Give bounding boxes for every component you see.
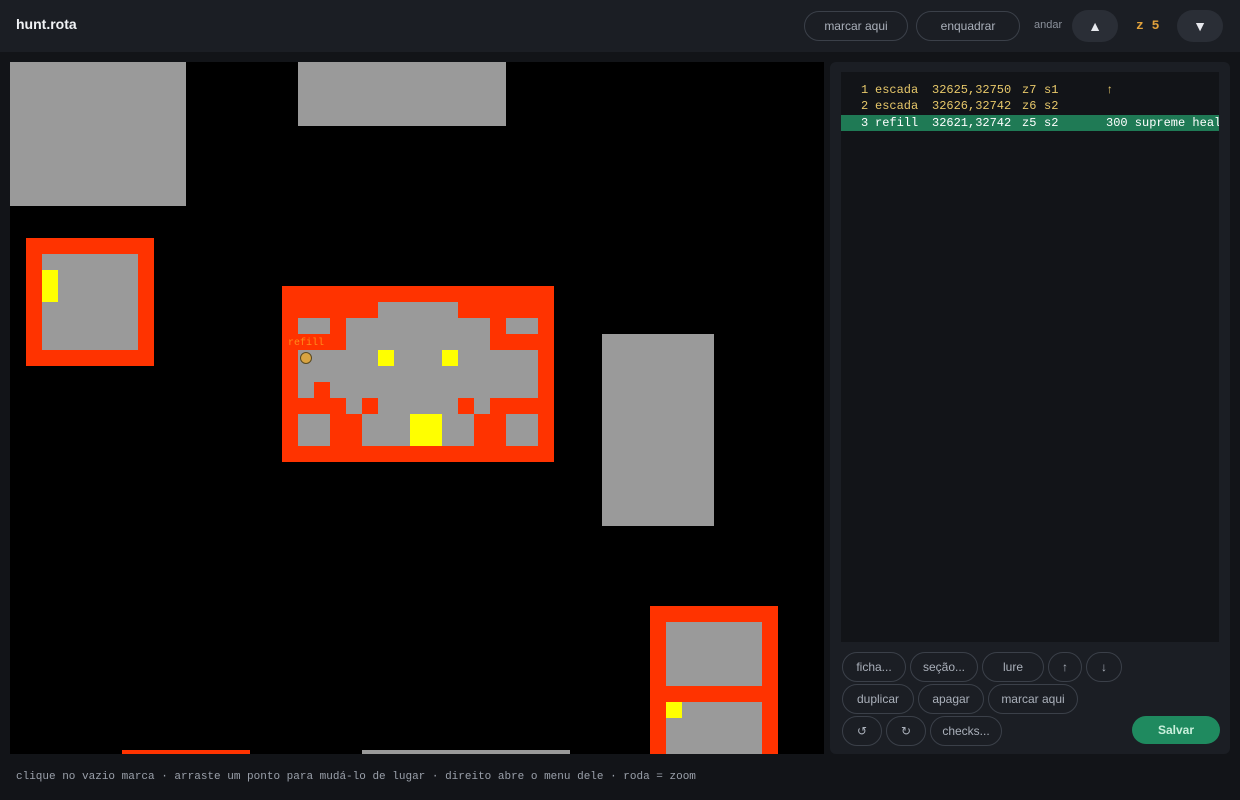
waypoint-marker[interactable] [300,352,312,364]
map-tile [42,254,138,350]
map-tile [666,622,762,686]
map-special-tile [666,702,682,718]
move-up-button[interactable]: ↑ [1048,652,1082,682]
map-wall [314,382,330,398]
arrow-up-icon: ↑ [1062,660,1068,674]
move-down-button[interactable]: ↓ [1086,652,1122,682]
map-canvas[interactable]: refill [10,62,824,754]
section-button[interactable]: seção... [910,652,978,682]
map-tile [298,350,538,398]
map-tile [362,750,570,754]
map-tile [346,318,490,350]
map-tile [298,62,506,126]
app-title: hunt.rota [16,16,77,32]
map-tile [298,414,330,446]
map-tile [602,334,714,526]
lure-button[interactable]: lure [982,652,1044,682]
map-tile [378,302,458,318]
floor-up-button[interactable]: ▲ [1072,10,1118,42]
redo-button[interactable]: ↻ [886,716,926,746]
triangle-up-icon: ▲ [1088,18,1102,34]
delete-button[interactable]: apagar [918,684,984,714]
mark-here-button[interactable]: marcar aqui [988,684,1078,714]
triangle-down-icon: ▼ [1193,18,1207,34]
route-row[interactable]: 2 escada 32626,32742 z6 s2 [841,98,1219,114]
arrow-down-icon: ↓ [1101,660,1107,674]
save-button[interactable]: Salvar [1132,716,1220,744]
route-row[interactable]: 1 escada 32625,32750 z7 s1 ↑ [841,82,1219,98]
map-wall [362,398,378,414]
map-wall [458,398,474,414]
route-row-selected[interactable]: 3 refill 32621,32742 z5 s2 300 supreme h… [841,115,1219,131]
map-special-tile [378,350,394,366]
frame-button[interactable]: enquadrar [916,11,1020,41]
map-tile [506,318,538,334]
undo-icon: ↺ [856,724,868,738]
undo-button[interactable]: ↺ [842,716,882,746]
floor-down-button[interactable]: ▼ [1177,10,1223,42]
checks-button[interactable]: checks... [930,716,1002,746]
map-special-tile [442,350,458,366]
status-hint: clique no vazio marca · arraste um ponto… [16,771,696,783]
map-wall [122,750,250,754]
top-bar: hunt.rota marcar aqui enquadrar andar ▲ … [0,0,1240,52]
route-list[interactable]: 1 escada 32625,32750 z7 s1 ↑ 2 escada 32… [841,72,1219,642]
mark-here-button[interactable]: marcar aqui [804,11,908,41]
map-tile [506,414,538,446]
redo-icon: ↻ [900,724,912,738]
duplicate-button[interactable]: duplicar [842,684,914,714]
floor-value: z 5 [1136,18,1160,33]
map-tile [298,318,330,334]
map-tile [10,62,186,206]
map-special-tile [42,270,58,302]
marker-label: refill [288,338,325,349]
sheet-button[interactable]: ficha... [842,652,906,682]
route-panel: 1 escada 32625,32750 z7 s1 ↑ 2 escada 32… [830,62,1230,754]
map-special-tile [410,414,442,446]
floor-label: andar [1034,19,1063,31]
